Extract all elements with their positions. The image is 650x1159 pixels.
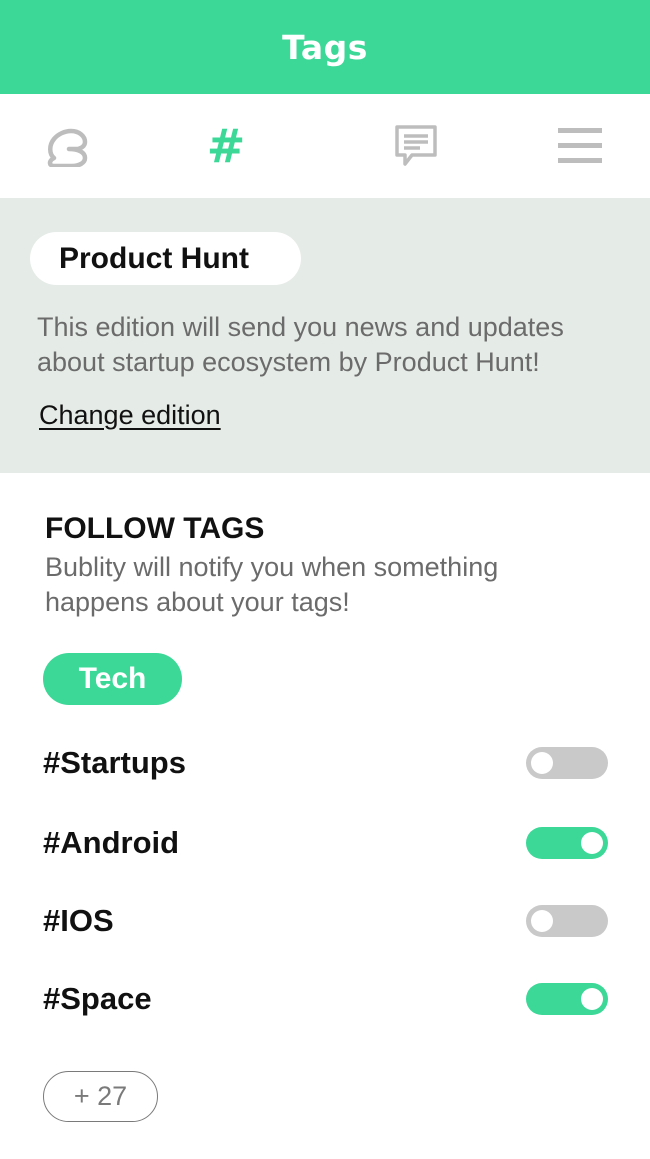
tag-row-space: #Space — [43, 974, 608, 1024]
tag-label: #Android — [43, 825, 180, 860]
tab-tags[interactable]: # — [170, 94, 282, 198]
edition-badge: Product Hunt — [30, 232, 301, 285]
tab-bar: # — [0, 94, 650, 203]
more-tags-label: + 27 — [73, 1081, 128, 1111]
toggle-knob — [531, 752, 553, 774]
tab-menu[interactable] — [530, 94, 630, 198]
tag-row-startups: #Startups — [43, 738, 608, 788]
brand-logo-icon — [47, 128, 88, 167]
chat-icon — [395, 125, 437, 166]
change-edition-link[interactable]: Change edition — [39, 400, 221, 431]
tag-label: #Startups — [43, 745, 186, 780]
tag-label: #Space — [43, 981, 152, 1016]
category-chip-tech[interactable]: Tech — [43, 653, 182, 705]
toggle-knob — [581, 832, 603, 854]
tag-toggle[interactable] — [526, 827, 608, 859]
tab-home[interactable] — [0, 94, 136, 198]
menu-icon — [558, 128, 602, 163]
tag-toggle[interactable] — [526, 905, 608, 937]
follow-tags-subtitle: Bublity will notify you when something h… — [45, 552, 499, 617]
edition-name: Product Hunt — [59, 241, 249, 275]
follow-tags-heading: FOLLOW TAGS — [45, 512, 265, 545]
toggle-knob — [581, 988, 603, 1010]
category-label: Tech — [78, 662, 147, 695]
page-title: Tags — [282, 27, 368, 67]
tag-toggle[interactable] — [526, 747, 608, 779]
tag-label: #IOS — [43, 903, 114, 938]
edition-panel: Product Hunt This edition will send you … — [0, 198, 650, 473]
toggle-knob — [531, 910, 553, 932]
hashtag-icon: # — [206, 119, 246, 173]
more-tags-button[interactable]: + 27 — [43, 1071, 158, 1122]
tab-messages[interactable] — [360, 94, 472, 198]
tag-toggle[interactable] — [526, 983, 608, 1015]
app-header: Tags — [0, 0, 650, 94]
tag-row-android: #Android — [43, 818, 608, 868]
edition-description: This edition will send you news and upda… — [37, 312, 564, 377]
tag-row-ios: #IOS — [43, 896, 608, 946]
